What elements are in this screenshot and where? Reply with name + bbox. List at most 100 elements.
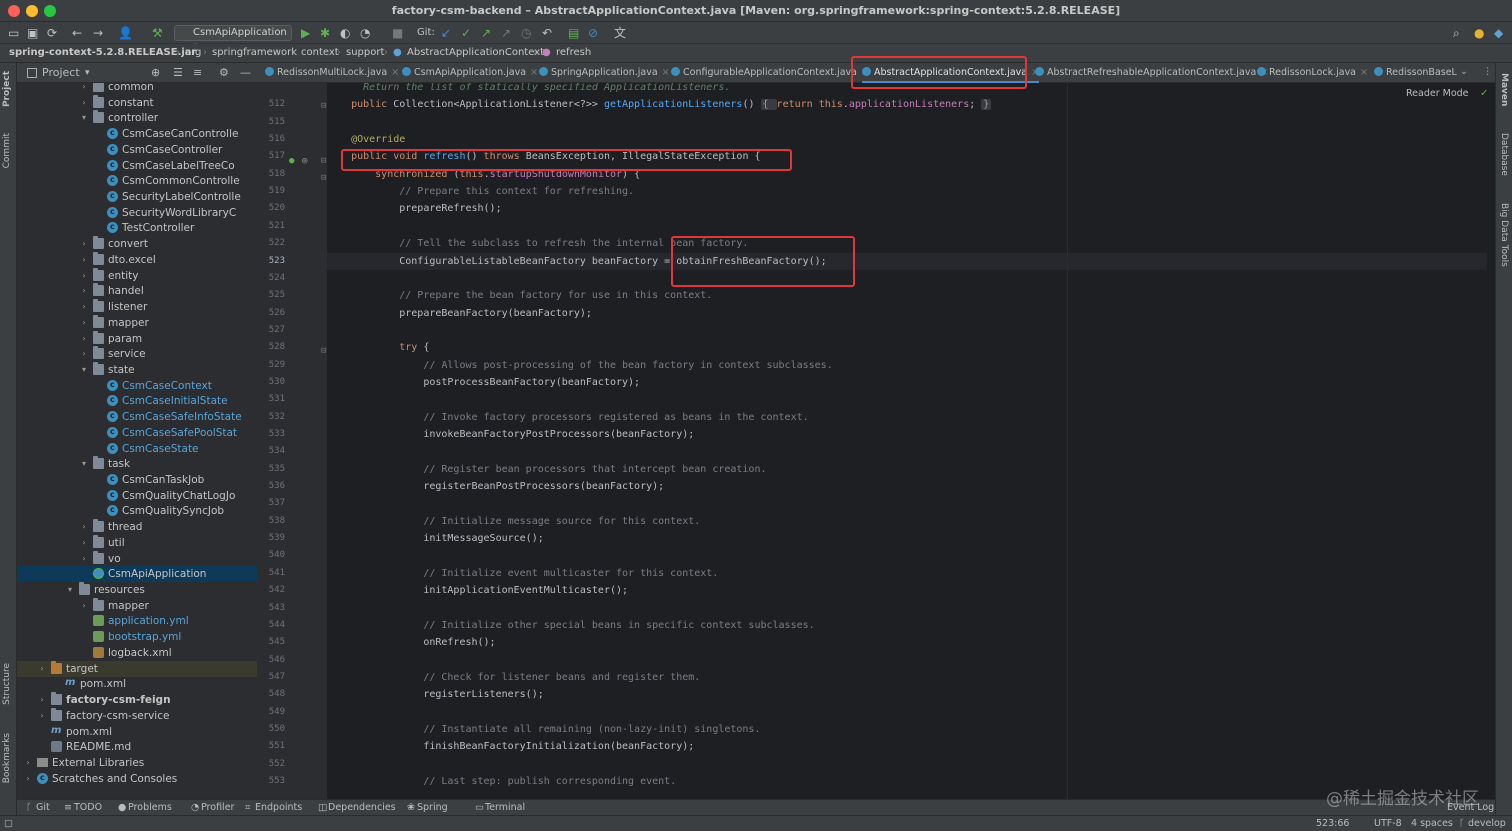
tree-item[interactable]: TestController	[17, 219, 257, 236]
chevron-down-icon[interactable]: ▾	[85, 63, 90, 83]
breadcrumb-springframework[interactable]: springframework	[212, 44, 297, 62]
code-line[interactable]: synchronized (this.startupShutdownMonito…	[327, 166, 1487, 183]
chevron-down-icon[interactable]: ▾	[79, 362, 89, 378]
chevron-right-icon[interactable]: ›	[79, 268, 89, 284]
tree-item[interactable]: CsmCaseState	[17, 440, 257, 457]
tree-item[interactable]: › handel	[17, 283, 257, 299]
chevron-right-icon[interactable]: ›	[79, 519, 89, 535]
tool-window-button[interactable]: Endpoints	[255, 800, 302, 815]
tree-item[interactable]: › common	[17, 83, 257, 95]
close-tab-icon[interactable]: ×	[662, 67, 670, 78]
code-line[interactable]: Return the list of statically specified …	[327, 83, 1487, 96]
code-line[interactable]	[327, 547, 1487, 564]
editor-tab[interactable]: ConfigurableApplicationContext.java×	[671, 63, 869, 83]
chevron-right-icon[interactable]: ›	[79, 236, 89, 252]
hide-icon[interactable]: —	[240, 63, 251, 83]
tool-window-button[interactable]: Spring	[417, 800, 448, 815]
big-data-tools-tab[interactable]: Big Data Tools	[1499, 203, 1509, 267]
tree-item[interactable]: CsmCommonControlle	[17, 172, 257, 189]
tree-item[interactable]: m pom.xml	[17, 676, 257, 692]
chevron-right-icon[interactable]: ›	[79, 535, 89, 551]
bookmarks-tool-tab[interactable]: Bookmarks	[2, 733, 12, 783]
tree-item[interactable]: › thread	[17, 519, 257, 535]
editor-tab[interactable]: CsmApiApplication.java ×	[402, 63, 538, 83]
profile-icon[interactable]: ◔	[360, 26, 370, 40]
project-panel-title[interactable]: Project	[42, 63, 80, 83]
code-line[interactable]: ConfigurableListableBeanFactory beanFact…	[327, 252, 1487, 270]
code-line[interactable]: @Override	[327, 131, 1487, 148]
back-icon[interactable]: ←	[72, 26, 82, 40]
tree-item[interactable]: SecurityLabelControlle	[17, 188, 257, 205]
code-line[interactable]	[327, 652, 1487, 669]
tree-item[interactable]: ▾ controller	[17, 110, 257, 126]
git-push-icon[interactable]: ↗	[481, 26, 491, 40]
code-line[interactable]: // Initialize message source for this co…	[327, 513, 1487, 530]
tree-item[interactable]: CsmQualityChatLogJo	[17, 487, 257, 504]
close-tab-icon[interactable]: ×	[391, 67, 399, 78]
caret-position[interactable]: 523:66	[1316, 816, 1349, 831]
code-line[interactable]: invokeBeanFactoryPostProcessors(beanFact…	[327, 426, 1487, 443]
save-icon[interactable]: ▣	[27, 26, 38, 40]
tree-item[interactable]: CsmCaseSafeInfoState	[17, 408, 257, 425]
translate-icon[interactable]: 文	[614, 26, 626, 40]
chevron-right-icon[interactable]: ›	[79, 331, 89, 347]
code-line[interactable]: prepareRefresh();	[327, 200, 1487, 217]
database-tool-tab[interactable]: Database	[1499, 133, 1509, 176]
coverage-icon[interactable]: ◐	[340, 26, 350, 40]
tree-item[interactable]: CsmQualitySyncJob	[17, 502, 257, 519]
tree-item[interactable]: CsmCaseLabelTreeCo	[17, 157, 257, 174]
code-editor[interactable]: Return the list of statically specified …	[327, 83, 1495, 800]
tree-item[interactable]: CsmCaseContext	[17, 377, 257, 394]
tree-item[interactable]: logback.xml	[17, 645, 257, 661]
editor-tab[interactable]: RedissonBaseL	[1374, 63, 1457, 83]
editor-tab[interactable]: RedissonLock.java ×	[1257, 63, 1368, 83]
code-line[interactable]: // Prepare this context for refreshing.	[327, 183, 1487, 200]
tree-item[interactable]: › mapper	[17, 314, 257, 331]
close-tab-icon[interactable]: ×	[530, 67, 538, 78]
code-line[interactable]	[327, 756, 1487, 773]
open-folder-icon[interactable]: ▭	[8, 26, 19, 40]
block-icon[interactable]: ⊘	[588, 26, 598, 40]
code-line[interactable]	[327, 322, 1487, 339]
code-line[interactable]	[327, 114, 1487, 131]
tree-item[interactable]: ▾ resources	[17, 582, 257, 598]
chevron-down-icon[interactable]: ▾	[79, 456, 89, 472]
tab-menu-icon[interactable]: ⋮	[1483, 66, 1493, 77]
breadcrumb-support[interactable]: support	[346, 44, 384, 62]
editor-tab[interactable]: SpringApplication.java ×	[539, 63, 670, 83]
maven-tool-tab[interactable]: Maven	[1499, 73, 1509, 106]
fold-icon[interactable]: ⊟	[321, 101, 326, 111]
tree-item[interactable]: › constant	[17, 94, 257, 111]
tree-item[interactable]: › param	[17, 330, 257, 347]
code-line[interactable]: // Tell the subclass to refresh the inte…	[327, 235, 1487, 252]
code-line[interactable]	[327, 443, 1487, 460]
code-line[interactable]: public void refresh() throws BeansExcept…	[327, 148, 1487, 165]
gear-icon[interactable]: ⚙	[219, 63, 229, 83]
chevron-right-icon[interactable]: ›	[79, 283, 89, 299]
tree-item[interactable]: › mapper	[17, 597, 257, 614]
reader-mode-button[interactable]: Reader Mode	[1406, 88, 1469, 99]
tree-item[interactable]: › Scratches and Consoles	[17, 770, 257, 787]
tab-list-chevron-icon[interactable]: ⌄	[1460, 66, 1468, 77]
user-icon[interactable]: 👤	[118, 26, 133, 40]
tree-item[interactable]: › entity	[17, 267, 257, 284]
tree-item[interactable]: › target	[17, 660, 257, 677]
history-icon[interactable]: ◷	[521, 26, 531, 40]
chevron-right-icon[interactable]: ›	[79, 252, 89, 268]
tree-item[interactable]: › factory-csm-feign	[17, 692, 257, 708]
code-line[interactable]: // Instantiate all remaining (non-lazy-i…	[327, 721, 1487, 738]
tree-item[interactable]: CsmCaseCanControlle	[17, 125, 257, 142]
commit-tool-tab[interactable]: Commit	[2, 133, 12, 168]
tree-item[interactable]: bootstrap.yml	[17, 629, 257, 645]
project-tool-tab[interactable]: Project	[2, 71, 12, 107]
code-line[interactable]	[327, 704, 1487, 721]
file-encoding[interactable]: UTF-8	[1374, 816, 1402, 831]
tree-item[interactable]: › factory-csm-service	[17, 707, 257, 724]
code-line[interactable]	[327, 270, 1487, 287]
locate-icon[interactable]: ⊕	[151, 63, 160, 83]
forward-icon[interactable]: →	[93, 26, 103, 40]
tool-window-button[interactable]: Profiler	[201, 800, 234, 815]
chevron-right-icon[interactable]: ›	[79, 315, 89, 331]
update-icon[interactable]: ●	[1474, 26, 1484, 40]
code-line[interactable]: public Collection<ApplicationListener<?>…	[327, 96, 1487, 113]
